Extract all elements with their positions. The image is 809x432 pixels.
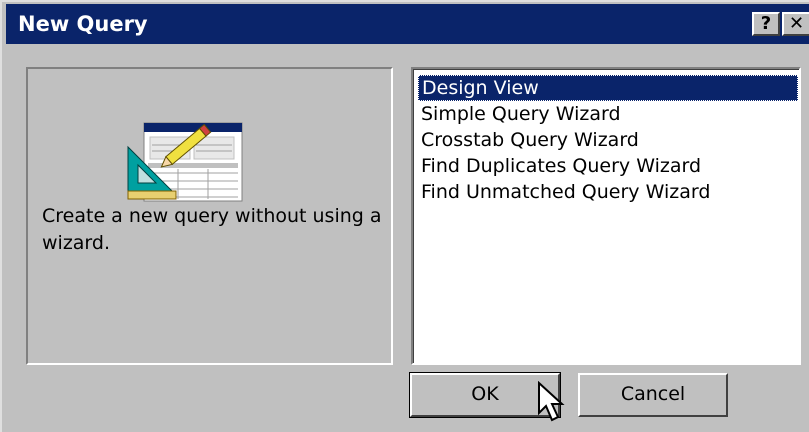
title-bar[interactable]: New Query ? ✕ xyxy=(6,4,809,44)
close-icon: ✕ xyxy=(788,13,805,34)
close-button[interactable]: ✕ xyxy=(782,12,809,36)
description-text: Create a new query without using a wizar… xyxy=(42,205,382,254)
window-title: New Query xyxy=(18,12,148,36)
list-item[interactable]: Find Unmatched Query Wizard xyxy=(417,179,714,205)
list-item[interactable]: Design View xyxy=(418,75,798,101)
list-item[interactable]: Find Duplicates Query Wizard xyxy=(417,153,705,179)
query-type-list[interactable]: Design View Simple Query Wizard Crosstab… xyxy=(411,67,801,365)
new-query-dialog: New Query ? ✕ Create a new query without… xyxy=(0,0,809,432)
list-item[interactable]: Simple Query Wizard xyxy=(417,101,625,127)
description-panel: Create a new query without using a wizar… xyxy=(26,67,393,365)
cancel-button[interactable]: Cancel xyxy=(578,373,728,417)
help-button[interactable]: ? xyxy=(752,12,780,36)
list-item[interactable]: Crosstab Query Wizard xyxy=(417,127,643,153)
mouse-pointer-icon xyxy=(538,381,565,422)
